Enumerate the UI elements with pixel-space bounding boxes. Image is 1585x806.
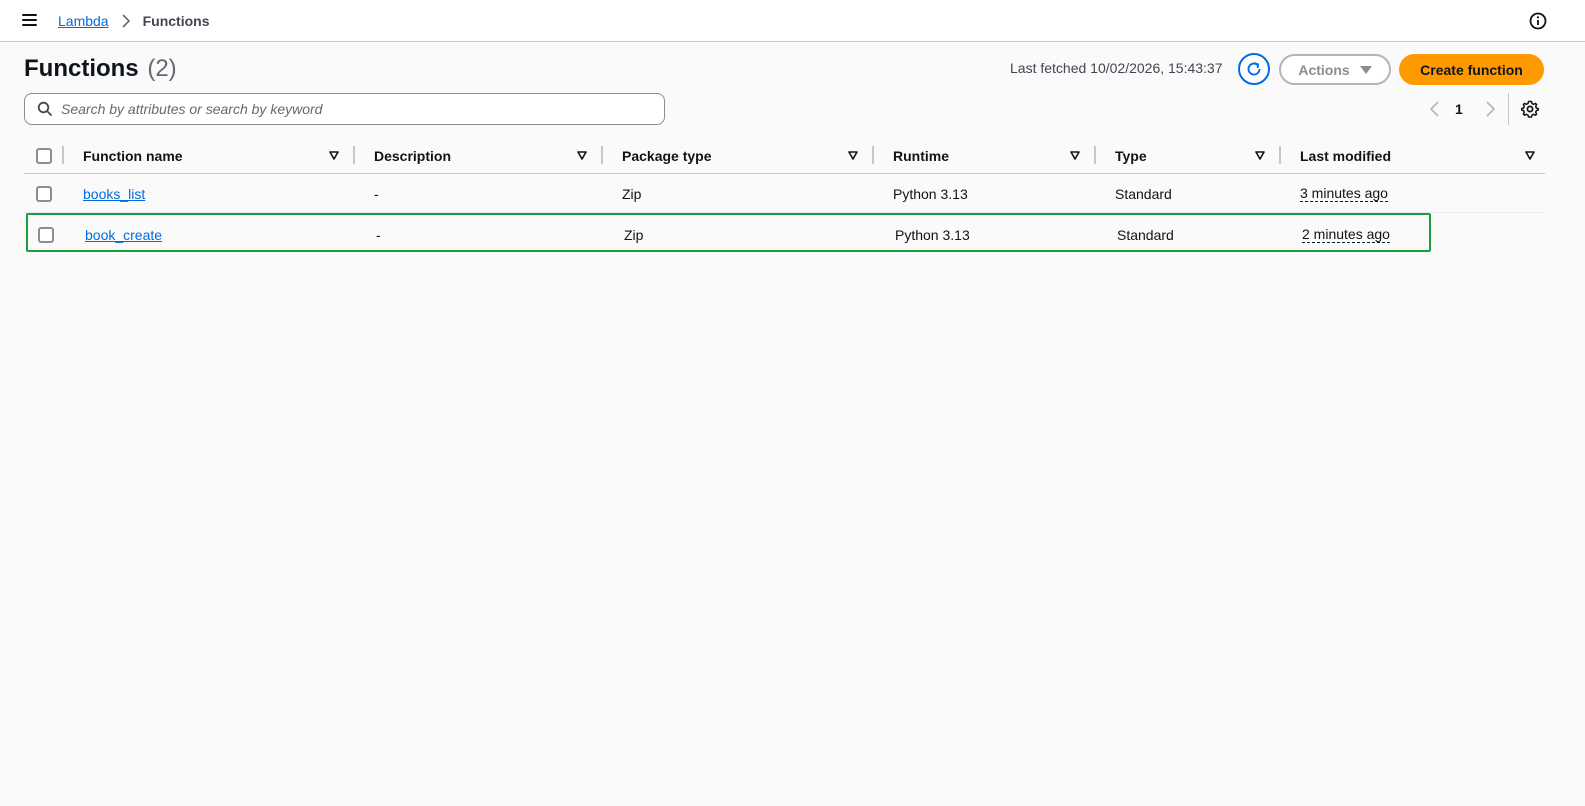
create-function-button[interactable]: Create function bbox=[1399, 54, 1544, 85]
table-header: Function name Description Package type R… bbox=[24, 137, 1545, 174]
page-title-text: Functions bbox=[24, 55, 139, 82]
row-checkbox[interactable] bbox=[38, 226, 54, 243]
type-cell: Standard bbox=[1115, 185, 1172, 202]
column-header-last-modified[interactable]: Last modified bbox=[1300, 137, 1391, 174]
column-header-description[interactable]: Description bbox=[374, 137, 451, 174]
runtime-cell: Python 3.13 bbox=[893, 185, 968, 202]
column-divider[interactable] bbox=[872, 146, 874, 164]
runtime-cell: Python 3.13 bbox=[895, 226, 970, 243]
package-type-cell: Zip bbox=[622, 185, 642, 202]
sort-icon[interactable] bbox=[1255, 151, 1265, 160]
function-name-cell: books_list bbox=[83, 174, 145, 213]
caret-down-icon bbox=[1359, 65, 1372, 74]
column-header-type[interactable]: Type bbox=[1115, 137, 1147, 174]
breadcrumb-lambda-link[interactable]: Lambda bbox=[58, 13, 109, 29]
pagination-current-page[interactable]: 1 bbox=[1455, 101, 1463, 117]
sort-icon[interactable] bbox=[577, 151, 587, 160]
select-all-cell bbox=[36, 137, 52, 174]
top-navigation-bar: Lambda Functions bbox=[0, 0, 1585, 42]
last-modified-value: 2 minutes ago bbox=[1302, 226, 1390, 243]
refresh-button[interactable] bbox=[1238, 53, 1270, 85]
refresh-icon bbox=[1247, 62, 1261, 76]
row-checkbox[interactable] bbox=[36, 185, 52, 202]
row-select-cell bbox=[38, 215, 54, 254]
function-name-link[interactable]: books_list bbox=[83, 186, 145, 202]
description-cell: - bbox=[374, 185, 379, 202]
settings-icon[interactable] bbox=[1521, 100, 1539, 118]
column-header-package-type[interactable]: Package type bbox=[622, 137, 712, 174]
type-cell: Standard bbox=[1117, 226, 1174, 243]
search-icon bbox=[37, 101, 53, 117]
menu-icon[interactable] bbox=[22, 12, 40, 28]
row-select-cell bbox=[36, 174, 52, 213]
column-divider[interactable] bbox=[601, 146, 603, 164]
actions-button[interactable]: Actions bbox=[1279, 54, 1391, 85]
select-all-checkbox[interactable] bbox=[36, 147, 52, 164]
function-name-link[interactable]: book_create bbox=[85, 227, 162, 243]
sort-icon[interactable] bbox=[848, 151, 858, 160]
column-divider bbox=[62, 146, 64, 164]
page-title: Functions (2) bbox=[24, 55, 177, 83]
last-modified-cell: 3 minutes ago bbox=[1300, 174, 1388, 213]
breadcrumb-current: Functions bbox=[142, 13, 210, 29]
column-divider[interactable] bbox=[1094, 146, 1096, 164]
chevron-left-icon[interactable] bbox=[1428, 100, 1442, 118]
table-row[interactable]: books_list - Zip Python 3.13 Standard 3 … bbox=[24, 174, 1545, 213]
last-modified-cell: 2 minutes ago bbox=[1302, 215, 1390, 254]
column-header-function-name[interactable]: Function name bbox=[83, 137, 183, 174]
chevron-right-icon bbox=[122, 14, 130, 28]
column-divider[interactable] bbox=[1279, 146, 1281, 164]
sort-icon[interactable] bbox=[1525, 151, 1535, 160]
column-divider[interactable] bbox=[353, 146, 355, 164]
sort-icon[interactable] bbox=[1070, 151, 1080, 160]
table-row-highlighted[interactable]: book_create - Zip Python 3.13 Standard 2… bbox=[26, 213, 1431, 252]
function-name-cell: book_create bbox=[85, 215, 162, 254]
sort-icon[interactable] bbox=[329, 151, 339, 160]
last-fetched-timestamp: Last fetched 10/02/2026, 15:43:37 bbox=[1010, 60, 1223, 76]
last-modified-value: 3 minutes ago bbox=[1300, 185, 1388, 202]
functions-table: Function name Description Package type R… bbox=[24, 137, 1545, 252]
info-icon[interactable] bbox=[1529, 12, 1547, 30]
column-header-runtime[interactable]: Runtime bbox=[893, 137, 949, 174]
function-count: (2) bbox=[147, 55, 177, 82]
actions-label: Actions bbox=[1298, 61, 1350, 78]
search-box[interactable] bbox=[24, 93, 665, 125]
description-cell: - bbox=[376, 226, 381, 243]
search-input[interactable] bbox=[61, 95, 641, 123]
pagination-divider bbox=[1508, 93, 1509, 125]
chevron-right-icon[interactable] bbox=[1483, 100, 1497, 118]
package-type-cell: Zip bbox=[624, 226, 644, 243]
breadcrumb: Lambda Functions bbox=[58, 13, 209, 29]
